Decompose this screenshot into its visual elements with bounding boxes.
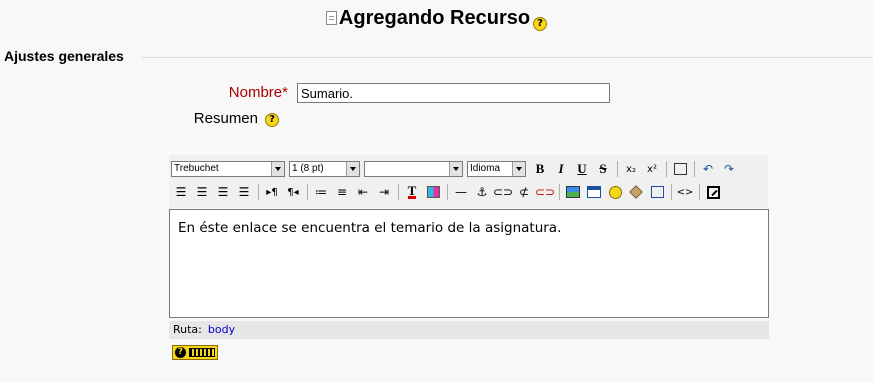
- help-icon[interactable]: ?: [533, 17, 548, 31]
- justify-button[interactable]: ☰: [234, 182, 254, 202]
- justify-icon: ☰: [238, 185, 250, 199]
- rtl-button[interactable]: ¶◂: [283, 182, 303, 202]
- toolbar-separator: [694, 161, 695, 177]
- toolbar-separator: [666, 161, 667, 177]
- unordered-list-icon: ≡: [336, 185, 348, 199]
- align-center-icon: ☰: [196, 185, 208, 199]
- bold-button[interactable]: B: [530, 159, 550, 179]
- superscript-button[interactable]: x²: [642, 159, 662, 179]
- name-label: Nombre*: [190, 84, 288, 101]
- align-right-button[interactable]: ☰: [213, 182, 233, 202]
- unordered-list-button[interactable]: ≡: [332, 182, 352, 202]
- fullscreen-button[interactable]: [703, 182, 723, 202]
- editor-content-text: En éste enlace se encuentra el temario d…: [178, 220, 562, 236]
- name-input[interactable]: [297, 83, 610, 103]
- insert-table-button[interactable]: [584, 182, 604, 202]
- text-color-icon: T: [407, 183, 417, 199]
- path-link-body[interactable]: body: [208, 323, 235, 336]
- search-replace-button[interactable]: [647, 182, 667, 202]
- html-editor: Trebuchet 1 (8 pt) Idioma B I U S x₂ x² …: [169, 155, 768, 208]
- keyboard-icon: [189, 348, 215, 357]
- path-label: Ruta:: [173, 323, 202, 336]
- chevron-down-icon: [271, 162, 284, 176]
- table-icon: [587, 186, 601, 198]
- keyboard-help-button[interactable]: ?: [172, 345, 218, 360]
- align-left-icon: ☰: [175, 185, 187, 199]
- anchor-button[interactable]: ⚓: [472, 182, 492, 202]
- language-value: Idioma: [470, 163, 501, 174]
- align-left-button[interactable]: ☰: [171, 182, 191, 202]
- redo-button[interactable]: ↷: [719, 159, 739, 179]
- toolbar-separator: [447, 184, 448, 200]
- style-select[interactable]: [364, 161, 463, 177]
- toolbar-separator: [671, 184, 672, 200]
- fullscreen-icon: [706, 185, 720, 199]
- page-title: Agregando Recurso?: [0, 4, 873, 32]
- align-right-icon: ☰: [217, 185, 229, 199]
- section-divider: [142, 57, 873, 58]
- clean-word-icon: [673, 163, 687, 175]
- required-mark: *: [282, 84, 288, 101]
- name-label-text: Nombre: [228, 84, 283, 101]
- nolink-button[interactable]: ⊂⊃: [535, 182, 555, 202]
- text-color-button[interactable]: T: [402, 182, 422, 202]
- toolbar-separator: [699, 184, 700, 200]
- insert-smiley-button[interactable]: [605, 182, 625, 202]
- ordered-list-button[interactable]: ≔: [311, 182, 331, 202]
- font-size-value: 1 (8 pt): [292, 163, 324, 174]
- toolbar-row-2: ☰ ☰ ☰ ☰ ▸¶ ¶◂ ≔ ≡ ⇤ ⇥ T — ⚓ ⊂⊃ ⊄ ⊂⊃ <>: [171, 181, 724, 203]
- chevron-down-icon: [346, 162, 359, 176]
- background-color-button[interactable]: [423, 182, 443, 202]
- page-title-text: Agregando Recurso: [338, 7, 531, 29]
- language-select[interactable]: Idioma: [467, 161, 526, 177]
- toolbar-separator: [398, 184, 399, 200]
- section-legend: Ajustes generales: [4, 48, 124, 64]
- indent-icon: ⇥: [378, 185, 390, 199]
- search-replace-icon: [650, 186, 664, 198]
- clean-word-button[interactable]: [670, 159, 690, 179]
- chevron-down-icon: [449, 162, 462, 176]
- toolbar-separator: [258, 184, 259, 200]
- toolbar-separator: [559, 184, 560, 200]
- indent-button[interactable]: ⇥: [374, 182, 394, 202]
- editor-path-bar: Ruta: body: [169, 321, 769, 339]
- insert-link-button[interactable]: ⊂⊃: [493, 182, 513, 202]
- chevron-down-icon: [512, 162, 525, 176]
- html-source-button[interactable]: <>: [675, 182, 695, 202]
- align-center-button[interactable]: ☰: [192, 182, 212, 202]
- undo-button[interactable]: ↶: [698, 159, 718, 179]
- outdent-icon: ⇤: [357, 185, 369, 199]
- insert-image-button[interactable]: [563, 182, 583, 202]
- ordered-list-icon: ≔: [315, 185, 327, 199]
- underline-button[interactable]: U: [572, 159, 592, 179]
- help-icon: ?: [175, 347, 186, 358]
- toolbar-separator: [307, 184, 308, 200]
- summary-label: Resumen: [193, 110, 258, 127]
- summary-help-icon[interactable]: ?: [265, 113, 279, 127]
- document-icon: [325, 11, 337, 25]
- outdent-button[interactable]: ⇤: [353, 182, 373, 202]
- image-icon: [566, 186, 580, 198]
- toolbar-row-1: Trebuchet 1 (8 pt) Idioma B I U S x₂ x² …: [171, 158, 740, 180]
- unlink-button[interactable]: ⊄: [514, 182, 534, 202]
- smiley-icon: [608, 185, 622, 199]
- subscript-button[interactable]: x₂: [621, 159, 641, 179]
- redo-icon: ↷: [723, 162, 735, 176]
- background-color-icon: [426, 186, 440, 198]
- ltr-button[interactable]: ▸¶: [262, 182, 282, 202]
- cube-icon: [629, 185, 643, 199]
- font-family-select[interactable]: Trebuchet: [171, 161, 285, 177]
- undo-icon: ↶: [702, 162, 714, 176]
- toolbar-separator: [617, 161, 618, 177]
- editor-toolbar: Trebuchet 1 (8 pt) Idioma B I U S x₂ x² …: [169, 155, 768, 208]
- insert-char-button[interactable]: [626, 182, 646, 202]
- editor-content-area[interactable]: En éste enlace se encuentra el temario d…: [169, 209, 769, 318]
- strikethrough-button[interactable]: S: [593, 159, 613, 179]
- font-family-value: Trebuchet: [174, 163, 219, 174]
- font-size-select[interactable]: 1 (8 pt): [289, 161, 360, 177]
- horizontal-rule-button[interactable]: —: [451, 182, 471, 202]
- italic-button[interactable]: I: [551, 159, 571, 179]
